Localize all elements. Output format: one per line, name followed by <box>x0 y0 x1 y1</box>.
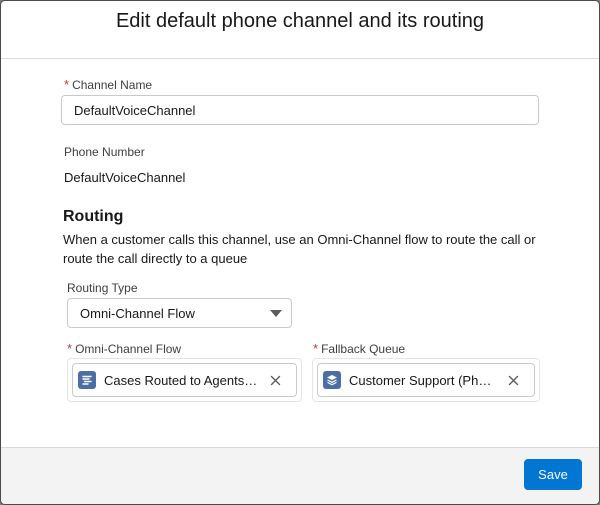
fallback-queue-lookup: Customer Support (Phone) <box>312 358 540 402</box>
routing-type-value: Omni-Channel Flow <box>80 306 195 321</box>
omni-channel-flow-lookup: Cases Routed to Agents and Queues <box>67 358 302 402</box>
required-marker: * <box>64 77 70 92</box>
save-button[interactable]: Save <box>524 459 582 490</box>
modal-header: Edit default phone channel and its routi… <box>1 1 599 59</box>
routing-type-label: Routing Type <box>67 281 138 295</box>
omni-channel-flow-label-text: Omni-Channel Flow <box>75 342 182 356</box>
routing-heading: Routing <box>63 208 124 225</box>
edit-channel-modal: Edit default phone channel and its routi… <box>0 0 600 505</box>
channel-name-label-text: Channel Name <box>72 78 153 92</box>
chevron-down-icon <box>270 310 282 317</box>
routing-type-select[interactable]: Omni-Channel Flow <box>67 298 292 328</box>
fallback-queue-label-text: Fallback Queue <box>321 342 406 356</box>
fallback-queue-pill[interactable]: Customer Support (Phone) <box>317 363 535 397</box>
flow-icon <box>78 371 96 389</box>
fallback-queue-value: Customer Support (Phone) <box>349 372 498 388</box>
close-icon[interactable] <box>506 373 520 387</box>
required-marker: * <box>67 341 73 356</box>
routing-description: When a customer calls this channel, use … <box>63 232 536 266</box>
modal-title: Edit default phone channel and its routi… <box>115 10 485 33</box>
omni-channel-flow-pill[interactable]: Cases Routed to Agents and Queues <box>72 363 297 397</box>
omni-channel-flow-value: Cases Routed to Agents and Queues <box>104 372 260 388</box>
omni-channel-flow-label: * Omni-Channel Flow <box>67 341 181 356</box>
phone-number-label: Phone Number <box>64 145 145 159</box>
queue-icon <box>323 371 341 389</box>
channel-name-value: DefaultVoiceChannel <box>74 103 196 118</box>
close-icon[interactable] <box>268 373 282 387</box>
fallback-queue-label: * Fallback Queue <box>313 341 405 356</box>
channel-name-input[interactable]: DefaultVoiceChannel <box>61 95 539 125</box>
required-marker: * <box>313 341 319 356</box>
phone-number-value: DefaultVoiceChannel <box>64 170 186 185</box>
modal-footer: Save <box>1 447 599 504</box>
channel-name-label: * Channel Name <box>64 77 152 92</box>
